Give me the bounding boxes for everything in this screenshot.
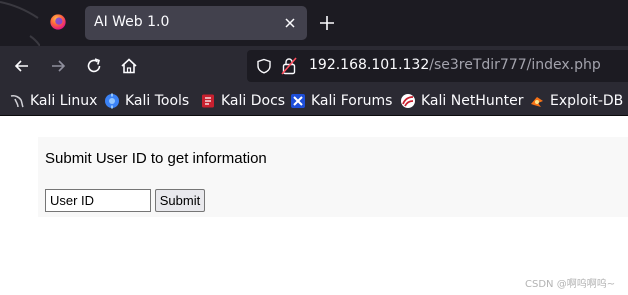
reload-icon[interactable]: [84, 56, 104, 76]
home-icon[interactable]: [119, 56, 139, 76]
bookmark-label: Kali NetHunter: [421, 93, 524, 109]
url-bar[interactable]: 192.168.101.132/se3reTdir777/index.php: [247, 50, 628, 82]
plus-icon[interactable]: [318, 14, 336, 32]
bookmark-kali-docs[interactable]: Kali Docs: [200, 92, 285, 110]
insecure-lock-icon[interactable]: [281, 57, 297, 75]
tab-ai-web[interactable]: AI Web 1.0: [85, 6, 307, 40]
kali-nethunter-icon: [401, 94, 415, 108]
bookmark-kali-linux[interactable]: Kali Linux: [9, 92, 97, 110]
forward-arrow-icon[interactable]: [48, 56, 68, 76]
bookmark-label: Exploit-DB: [550, 93, 624, 109]
kali-forums-icon: [291, 94, 305, 108]
close-icon[interactable]: [282, 15, 298, 31]
bookmark-kali-nethunter[interactable]: Kali NetHunter: [400, 92, 523, 110]
form-panel: Submit User ID to get information Submit: [38, 137, 628, 217]
bookmark-label: Kali Forums: [311, 93, 393, 109]
bookmark-kali-tools[interactable]: Kali Tools: [104, 92, 189, 110]
url-text[interactable]: 192.168.101.132/se3reTdir777/index.php: [309, 57, 601, 73]
tab-title: AI Web 1.0: [94, 14, 170, 30]
bookmark-label: Kali Tools: [125, 93, 190, 109]
exploit-db-icon: [531, 97, 543, 107]
firefox-logo-icon[interactable]: [49, 13, 67, 31]
bookmark-label: Kali Linux: [30, 93, 98, 109]
kali-docs-icon: [202, 94, 214, 108]
page-heading: Submit User ID to get information: [45, 150, 267, 167]
url-host: 192.168.101.132: [309, 57, 430, 73]
bookmark-kali-forums[interactable]: Kali Forums: [290, 92, 392, 110]
back-arrow-icon[interactable]: [12, 56, 32, 76]
user-id-input[interactable]: [45, 189, 151, 212]
bookmark-label: Kali Docs: [221, 93, 286, 109]
bookmark-exploit-db[interactable]: Exploit-DB: [529, 92, 623, 110]
submit-button[interactable]: Submit: [155, 189, 205, 212]
navigation-toolbar: 192.168.101.132/se3reTdir777/index.php: [0, 46, 628, 86]
page-content: Submit User ID to get information Submit…: [0, 117, 628, 295]
url-path: /se3reTdir777/index.php: [429, 57, 601, 73]
kali-dragon-icon: [10, 95, 24, 108]
tab-strip: AI Web 1.0: [0, 0, 628, 46]
csdn-watermark: CSDN @啊呜啊呜~: [525, 279, 616, 290]
bookmarks-toolbar: Kali Linux Kali Tools Kali Docs Kali For…: [0, 86, 628, 116]
decorative-swoosh: [0, 1, 40, 46]
tracking-protection-shield-icon[interactable]: [256, 58, 272, 74]
kali-tools-icon: [105, 93, 119, 109]
